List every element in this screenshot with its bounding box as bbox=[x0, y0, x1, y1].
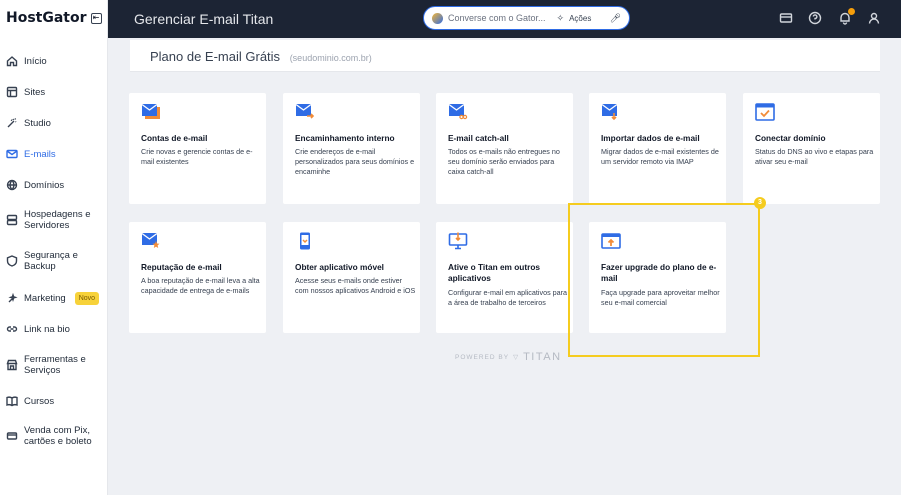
microphone-icon[interactable]: 🎤︎ bbox=[610, 13, 621, 24]
card-email-catch-all[interactable]: E-mail catch-all Todos os e-mails não en… bbox=[436, 93, 573, 204]
mail-star-icon bbox=[141, 232, 160, 248]
sidebar-item-label: Hospedagens e Servidores bbox=[24, 209, 91, 231]
desktop-app-icon bbox=[448, 232, 468, 250]
plan-name: Plano de E-mail Grátis bbox=[150, 49, 281, 64]
notification-dot bbox=[848, 8, 855, 15]
sidebar-item-label: Ferramentas e Serviços bbox=[24, 354, 86, 376]
card-description: Crie novas e gerencie contas de e-mail e… bbox=[141, 147, 253, 166]
sidebar-item-label: Cursos bbox=[24, 395, 55, 407]
domain-check-icon bbox=[755, 103, 775, 121]
sidebar-item-sites[interactable]: Sites bbox=[6, 86, 45, 98]
sidebar-item-studio[interactable]: Studio bbox=[6, 117, 51, 129]
sidebar-item-hospedagens[interactable]: Hospedagens e Servidores bbox=[6, 209, 104, 231]
payment-icon bbox=[6, 432, 18, 440]
powered-by-titan: POWERED BY ▽ TITAN bbox=[455, 351, 562, 363]
billing-icon[interactable] bbox=[779, 11, 793, 25]
card-title: Contas de e-mail bbox=[141, 133, 208, 143]
sidebar-item-label: Venda com Pix, cartões e boleto bbox=[24, 425, 92, 447]
card-title: E-mail catch-all bbox=[448, 133, 509, 143]
card-description: Crie endereços de e-mail personalizados … bbox=[295, 147, 415, 176]
mail-icon bbox=[6, 149, 18, 159]
sidebar-item-label: Domínios bbox=[24, 179, 65, 191]
card-title: Ative o Titan em outros aplicativos bbox=[448, 262, 541, 283]
card-reputacao-email[interactable]: Reputação de e-mail A boa reputação de e… bbox=[129, 222, 266, 333]
sidebar-item-seguranca[interactable]: Segurança e Backup bbox=[6, 250, 94, 272]
card-title: Importar dados de e-mail bbox=[601, 133, 700, 143]
plan-domain: (seudominio.com.br) bbox=[289, 53, 372, 63]
mail-stack-icon bbox=[141, 103, 160, 119]
book-icon bbox=[6, 396, 18, 407]
plan-header: Plano de E-mail Grátis (seudominio.com.b… bbox=[130, 40, 880, 72]
sidebar-item-inicio[interactable]: Início bbox=[6, 55, 47, 67]
sidebar: HostGator ⇤ Início Sites Studio E-mails … bbox=[0, 0, 108, 495]
sparkle-icon: ✧ bbox=[556, 12, 565, 23]
card-encaminhamento-interno[interactable]: Encaminhamento interno Crie endereços de… bbox=[283, 93, 420, 204]
sidebar-item-label: Segurança e Backup bbox=[24, 250, 78, 272]
card-description: Configurar e-mail em aplicativos para a … bbox=[448, 288, 568, 307]
notifications-bell-icon[interactable] bbox=[838, 8, 855, 25]
card-description: Migrar dados de e-mail existentes de um … bbox=[601, 147, 719, 166]
window-icon bbox=[6, 86, 18, 98]
mail-import-icon bbox=[601, 103, 618, 121]
shield-icon bbox=[6, 255, 18, 267]
gator-assistant-input[interactable]: Converse com o Gator... ✧ Ações 🎤︎ bbox=[423, 6, 630, 30]
assistant-placeholder: Converse com o Gator... bbox=[448, 13, 546, 23]
gator-avatar-icon bbox=[432, 12, 443, 24]
new-badge: Novo bbox=[74, 292, 100, 305]
sidebar-item-marketing[interactable]: Marketing Novo bbox=[6, 292, 100, 305]
card-title: Obter aplicativo móvel bbox=[295, 262, 384, 272]
card-contas-de-email[interactable]: Contas de e-mail Crie novas e gerencie c… bbox=[129, 93, 266, 204]
collapse-sidebar-icon[interactable]: ⇤ bbox=[90, 12, 102, 24]
mobile-app-icon bbox=[300, 232, 310, 250]
store-icon bbox=[6, 359, 18, 371]
titan-logo-icon: ▽ bbox=[513, 354, 520, 361]
sidebar-item-label: Início bbox=[24, 55, 47, 67]
actions-button[interactable]: Ações bbox=[569, 14, 591, 23]
sparkle-icon bbox=[8, 292, 18, 302]
card-title: Conectar domínio bbox=[755, 133, 826, 143]
sidebar-item-label: E-mails bbox=[24, 148, 56, 160]
plan-title: Plano de E-mail Grátis (seudominio.com.b… bbox=[150, 49, 372, 64]
highlight-box bbox=[568, 203, 760, 357]
home-icon bbox=[6, 56, 18, 67]
sidebar-item-ferramentas[interactable]: Ferramentas e Serviços bbox=[6, 354, 99, 376]
sidebar-item-label: Marketing bbox=[24, 293, 66, 304]
sidebar-item-cursos[interactable]: Cursos bbox=[6, 395, 54, 407]
logo-text: HostGator bbox=[6, 10, 87, 26]
globe-icon bbox=[6, 179, 18, 191]
titan-brand: TITAN bbox=[523, 351, 562, 363]
magic-wand-icon bbox=[7, 118, 17, 128]
card-title: Encaminhamento interno bbox=[295, 133, 395, 143]
link-icon bbox=[6, 326, 18, 332]
logo[interactable]: HostGator ⇤ bbox=[6, 10, 102, 26]
mail-catchall-icon bbox=[448, 103, 468, 120]
sidebar-item-label: Sites bbox=[24, 86, 46, 98]
sidebar-item-label: Studio bbox=[24, 117, 51, 129]
sidebar-item-dominios[interactable]: Domínios bbox=[6, 179, 64, 191]
card-description: A boa reputação de e-mail leva a alta ca… bbox=[141, 276, 260, 295]
card-importar-dados[interactable]: Importar dados de e-mail Migrar dados de… bbox=[589, 93, 726, 204]
card-obter-aplicativo[interactable]: Obter aplicativo móvel Acesse seus e-mai… bbox=[283, 222, 420, 333]
step-badge: 3 bbox=[754, 197, 766, 209]
sidebar-item-label: Link na bio bbox=[24, 323, 70, 335]
page-title: Gerenciar E-mail Titan bbox=[134, 11, 274, 27]
user-account-icon[interactable] bbox=[867, 11, 881, 25]
powered-by-label: POWERED BY bbox=[455, 353, 510, 361]
card-conectar-dominio[interactable]: Conectar domínio Status do DNS ao vivo e… bbox=[743, 93, 880, 204]
card-ative-titan[interactable]: Ative o Titan em outros aplicativos Conf… bbox=[436, 222, 573, 333]
top-header: Gerenciar E-mail Titan Converse com o Ga… bbox=[108, 0, 901, 38]
mail-forward-icon bbox=[295, 103, 315, 119]
card-title: Reputação de e-mail bbox=[141, 262, 222, 272]
sidebar-item-link-na-bio[interactable]: Link na bio bbox=[6, 323, 70, 335]
help-icon[interactable] bbox=[808, 11, 822, 25]
card-description: Status do DNS ao vivo e etapas para ativ… bbox=[755, 147, 874, 166]
server-icon bbox=[6, 214, 18, 226]
card-description: Acesse seus e-mails onde estiver com nos… bbox=[295, 276, 416, 295]
card-description: Todos os e-mails não entregues no seu do… bbox=[448, 147, 560, 176]
sidebar-item-emails[interactable]: E-mails bbox=[6, 148, 56, 160]
sidebar-item-venda-pix[interactable]: Venda com Pix, cartões e boleto bbox=[6, 425, 102, 447]
